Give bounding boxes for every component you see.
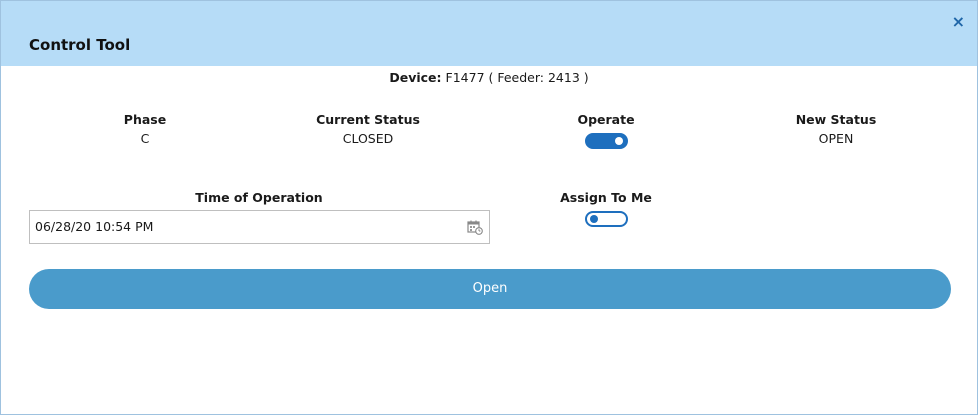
operate-toggle-knob (614, 137, 623, 145)
device-line: Device: F1477 ( Feeder: 2413 ) (1, 70, 977, 85)
open-button[interactable]: Open (29, 269, 951, 309)
assign-to-me-column: Assign To Me (506, 190, 706, 227)
dialog-title: Control Tool (29, 36, 131, 54)
new-status-value: OPEN (818, 131, 854, 146)
time-of-operation-field[interactable] (29, 210, 490, 244)
device-label: Device: (389, 70, 442, 85)
current-status-column: Current Status CLOSED (268, 112, 468, 146)
control-tool-dialog: Control Tool × Device: F1477 ( Feeder: 2… (0, 0, 978, 415)
time-of-operation-label: Time of Operation (195, 190, 323, 205)
time-of-operation-input[interactable] (35, 219, 455, 234)
dialog-header: Control Tool × (1, 1, 977, 66)
phase-column: Phase C (45, 112, 245, 146)
operate-toggle[interactable] (584, 133, 628, 149)
assign-to-me-label: Assign To Me (560, 190, 652, 205)
device-value: F1477 ( Feeder: 2413 ) (445, 70, 589, 85)
new-status-label: New Status (795, 112, 877, 127)
operate-label: Operate (577, 112, 635, 127)
close-icon[interactable]: × (952, 14, 965, 30)
current-status-label: Current Status (316, 112, 420, 127)
operate-column: Operate (506, 112, 706, 149)
time-of-operation-column: Time of Operation (159, 190, 359, 205)
assign-to-me-toggle[interactable] (584, 211, 628, 227)
phase-label: Phase (123, 112, 167, 127)
calendar-clock-icon[interactable] (467, 219, 483, 235)
phase-value: C (140, 131, 150, 146)
assign-to-me-toggle-knob (589, 215, 598, 223)
new-status-column: New Status OPEN (736, 112, 936, 146)
current-status-value: CLOSED (342, 131, 394, 146)
